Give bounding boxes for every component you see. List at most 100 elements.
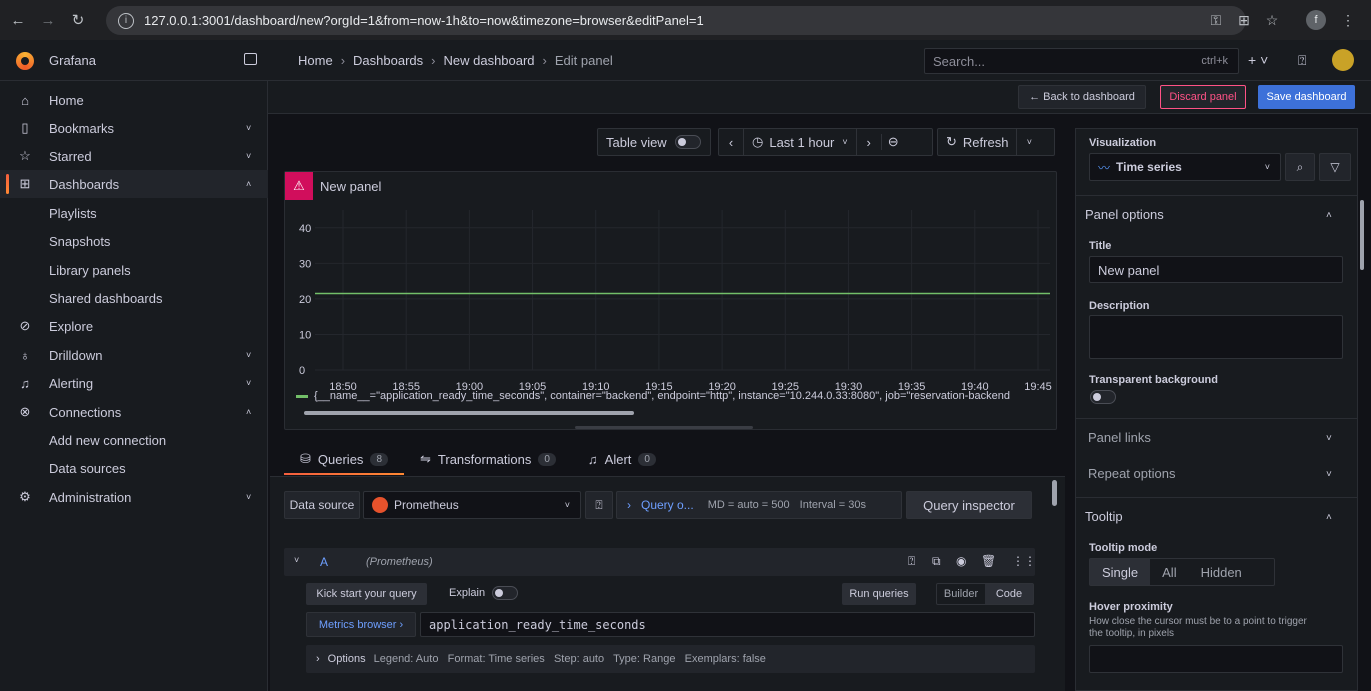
chevron-down-icon[interactable]: ˅ [1326,469,1332,480]
refresh-interval-dropdown[interactable]: ˅ [1017,137,1041,147]
sidebar-item-data-sources[interactable]: Data sources [0,454,268,482]
tooltip-mode-single[interactable]: Single [1090,559,1151,585]
chart-legend[interactable]: {__name__="application_ready_time_second… [296,390,1054,402]
refresh-button[interactable]: ↻ Refresh [938,129,1018,155]
pane-splitter[interactable] [575,426,753,429]
query-options-row[interactable]: › Options Legend: Auto Format: Time seri… [306,645,1035,673]
time-back-icon[interactable]: ‹ [719,135,743,150]
query-ref-id[interactable]: A [320,555,328,569]
legend-scrollbar[interactable] [296,408,1054,418]
chevron-up-icon[interactable]: ˄ [1326,512,1332,523]
time-forward-icon[interactable]: › [857,135,881,150]
sidebar-item-connections[interactable]: ⊗ Connections ˄ [0,398,268,426]
trash-icon[interactable]: 🗑 [981,554,996,568]
sidebar-item-home[interactable]: ⌂ Home [0,86,268,114]
metrics-browser-button[interactable]: Metrics browser › [306,612,416,637]
chevron-down-icon[interactable]: ˅ [246,378,251,388]
sidebar-item-add-new-connection[interactable]: Add new connection [0,426,268,454]
legend-scroll-thumb[interactable] [304,411,634,415]
back-arrow-icon[interactable]: ← [6,8,30,32]
profile-avatar[interactable]: f [1304,8,1328,32]
sidebar-item-dashboards[interactable]: ⊞ Dashboards ˄ [0,170,268,198]
query-options-button[interactable]: › Query o... MD = auto = 500 Interval = … [616,491,902,519]
dock-menu-icon[interactable] [244,53,257,65]
forward-arrow-icon[interactable]: → [36,8,60,32]
site-info-icon[interactable]: i [118,12,134,29]
query-pane-scrollbar[interactable] [1052,480,1057,506]
address-bar[interactable]: i 127.0.0.1:3001/dashboard/new?orgId=1&f… [106,6,1246,35]
browser-menu-icon[interactable]: ⋮ [1336,8,1360,32]
grafana-logo-icon[interactable] [16,52,34,70]
user-avatar[interactable] [1332,49,1354,71]
sidebar-item-explore[interactable]: ⊘ Explore [0,312,268,340]
title-input[interactable]: New panel [1089,256,1343,283]
drag-handle-icon[interactable]: ⋮⋮ [1012,554,1036,568]
visualization-picker[interactable]: 〰 Time series ˅ [1089,153,1281,181]
builder-mode-button[interactable]: Builder [937,584,985,604]
back-to-dashboard-button[interactable]: ← Back to dashboard [1018,85,1146,109]
hover-proximity-input[interactable] [1089,645,1343,673]
tab-alert[interactable]: ♫ Alert 0 [572,443,672,475]
panel-links-header[interactable]: Panel links [1088,430,1151,445]
table-view-toggle[interactable]: Table view [597,128,711,156]
panel-options-header[interactable]: Panel options [1085,207,1164,222]
time-range-picker[interactable]: ◷ Last 1 hour ˅ [743,129,857,155]
kick-start-query-button[interactable]: Kick start your query [306,583,427,605]
sidebar-item-administration[interactable]: ⚙ Administration ˅ [0,483,268,511]
filter-icon[interactable]: ▽ [1319,153,1351,181]
code-mode-button[interactable]: Code [985,584,1033,604]
breadcrumb-dashboards[interactable]: Dashboards [353,53,423,68]
sidebar-item-alerting[interactable]: ♫ Alerting ˅ [0,369,268,397]
search-placeholder: Search... [933,53,986,69]
query-expression-input[interactable]: application_ready_time_seconds [420,612,1035,637]
plus-icon[interactable]: + ˅ [1248,52,1268,68]
tab-queries[interactable]: ⛁ Queries 8 [284,443,404,475]
duplicate-icon[interactable]: ⧉ [932,554,941,569]
sidebar-item-library-panels[interactable]: Library panels [0,256,268,284]
tooltip-mode-all[interactable]: All [1150,559,1188,585]
sidebar-item-shared-dashboards[interactable]: Shared dashboards [0,284,268,312]
save-dashboard-button[interactable]: Save dashboard [1258,85,1355,109]
bookmark-star-icon[interactable]: ☆ [1260,8,1284,32]
datasource-help-icon[interactable]: ⍰ [585,491,613,519]
sidebar-item-bookmarks[interactable]: ▯ Bookmarks ˅ [0,114,268,142]
chevron-up-icon[interactable]: ˄ [246,407,251,417]
sidebar-item-snapshots[interactable]: Snapshots [0,227,268,255]
help-icon[interactable]: ⍰ [908,554,915,569]
translate-icon[interactable]: ⊞ [1232,8,1256,32]
tooltip-header[interactable]: Tooltip [1085,509,1123,524]
search-input[interactable]: Search... ctrl+k [924,48,1239,74]
reload-icon[interactable]: ↻ [66,8,90,32]
collapse-chevron-icon[interactable]: ˅ [294,555,299,565]
chevron-down-icon[interactable]: ˅ [246,151,251,161]
zoom-out-icon[interactable]: ⊖ [880,134,905,150]
warning-icon[interactable]: ⚠ [285,172,313,200]
table-view-switch[interactable] [674,135,701,149]
chevron-up-icon[interactable]: ˄ [246,179,251,189]
help-icon[interactable]: ⍰ [1298,52,1306,69]
data-source-picker[interactable]: Prometheus ˅ [363,491,581,519]
repeat-options-header[interactable]: Repeat options [1088,466,1175,481]
run-queries-button[interactable]: Run queries [842,583,916,605]
chevron-down-icon[interactable]: ˅ [1326,433,1332,444]
sidebar-item-drilldown[interactable]: ♁ Drilldown ˅ [0,341,268,369]
sidebar-item-starred[interactable]: ☆ Starred ˅ [0,142,268,170]
breadcrumb-new-dashboard[interactable]: New dashboard [443,53,534,68]
tab-transformations[interactable]: ⇋ Transformations 0 [404,443,572,475]
description-input[interactable] [1089,315,1343,359]
sidebar-item-playlists[interactable]: Playlists [0,199,268,227]
tooltip-mode-hidden[interactable]: Hidden [1189,559,1254,585]
eye-icon[interactable]: ◉ [956,554,966,568]
options-pane-scrollbar[interactable] [1360,200,1364,270]
chevron-down-icon[interactable]: ˅ [246,123,251,133]
chevron-down-icon[interactable]: ˅ [246,350,251,360]
breadcrumb-home[interactable]: Home [298,53,333,68]
transparent-background-toggle[interactable] [1090,390,1116,404]
query-inspector-button[interactable]: Query inspector [906,491,1032,519]
search-options-icon[interactable]: ⌕ [1285,153,1315,181]
chevron-down-icon[interactable]: ˅ [246,492,251,502]
explain-toggle[interactable] [492,586,518,600]
chevron-up-icon[interactable]: ˄ [1326,210,1332,221]
key-icon[interactable]: ⚿ [1204,8,1228,32]
discard-panel-button[interactable]: Discard panel [1160,85,1246,109]
